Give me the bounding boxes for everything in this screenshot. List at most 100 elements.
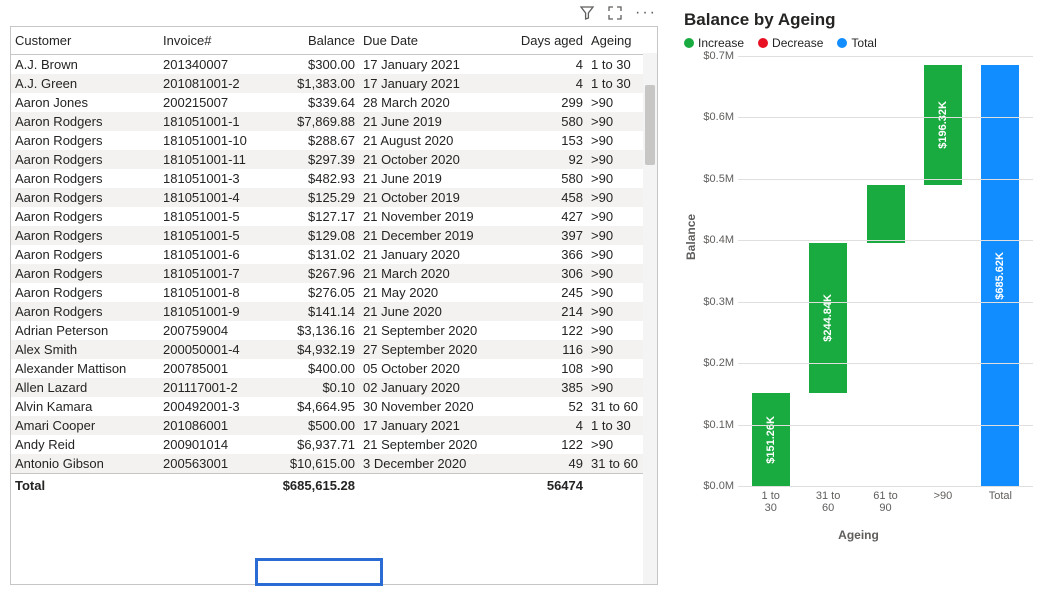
table-cell: 181051001-4: [159, 188, 265, 207]
table-row[interactable]: Amari Cooper201086001$500.0017 January 2…: [11, 416, 657, 435]
bar-column[interactable]: [857, 56, 914, 486]
table-cell: Aaron Jones: [11, 93, 159, 112]
table-row[interactable]: Allen Lazard201117001-2$0.1002 January 2…: [11, 378, 657, 397]
filter-icon[interactable]: [579, 5, 595, 25]
invoice-table-visual[interactable]: ··· Customer Invoice# Balance Due Date D…: [10, 26, 658, 585]
table-cell: 21 June 2019: [359, 169, 507, 188]
table-cell: A.J. Green: [11, 74, 159, 93]
table-cell: 181051001-3: [159, 169, 265, 188]
legend-increase-label: Increase: [698, 36, 744, 50]
table-cell: 02 January 2020: [359, 378, 507, 397]
table-cell: $6,937.71: [265, 435, 359, 454]
table-cell: 201117001-2: [159, 378, 265, 397]
table-row[interactable]: Aaron Rodgers181051001-3$482.9321 June 2…: [11, 169, 657, 188]
col-ageing[interactable]: Ageing: [587, 27, 657, 55]
table-row[interactable]: Aaron Rodgers181051001-5$129.0821 Decemb…: [11, 226, 657, 245]
y-tick: $0.2M: [694, 357, 734, 369]
table-row[interactable]: Antonio Gibson200563001$10,615.003 Decem…: [11, 454, 657, 474]
table-cell: 181051001-8: [159, 283, 265, 302]
legend-total[interactable]: Total: [837, 36, 876, 50]
table-row[interactable]: Andy Reid200901014$6,937.7121 September …: [11, 435, 657, 454]
y-tick: $0.5M: [694, 173, 734, 185]
table-cell: $339.64: [265, 93, 359, 112]
increase-bar[interactable]: $151.26K: [752, 393, 790, 486]
table-row[interactable]: A.J. Brown201340007$300.0017 January 202…: [11, 55, 657, 75]
focus-mode-icon[interactable]: [607, 5, 623, 25]
table-cell: $500.00: [265, 416, 359, 435]
table-cell: 21 September 2020: [359, 435, 507, 454]
legend-decrease-label: Decrease: [772, 36, 823, 50]
table-cell: $1,383.00: [265, 74, 359, 93]
bar-column[interactable]: $151.26K: [742, 56, 799, 486]
table-cell: $7,869.88: [265, 112, 359, 131]
table-row[interactable]: A.J. Green201081001-2$1,383.0017 January…: [11, 74, 657, 93]
table-cell: Aaron Rodgers: [11, 264, 159, 283]
table-row[interactable]: Aaron Rodgers181051001-7$267.9621 March …: [11, 264, 657, 283]
table-cell: $4,932.19: [265, 340, 359, 359]
bar-column[interactable]: $244.84K: [799, 56, 856, 486]
increase-bar[interactable]: $244.84K: [809, 243, 847, 393]
table-row[interactable]: Alexander Mattison200785001$400.0005 Oct…: [11, 359, 657, 378]
bar-column[interactable]: $196.32K: [914, 56, 971, 486]
table-cell: 4: [507, 55, 587, 75]
table-cell: 21 September 2020: [359, 321, 507, 340]
table-cell: 21 March 2020: [359, 264, 507, 283]
table-row[interactable]: Aaron Rodgers181051001-11$297.3921 Octob…: [11, 150, 657, 169]
table-row[interactable]: Aaron Rodgers181051001-10$288.6721 Augus…: [11, 131, 657, 150]
table-cell: Alex Smith: [11, 340, 159, 359]
table-row[interactable]: Aaron Jones200215007$339.6428 March 2020…: [11, 93, 657, 112]
balance-by-ageing-chart[interactable]: Balance by Ageing Increase Decrease Tota…: [684, 10, 1033, 585]
col-balance[interactable]: Balance: [265, 27, 359, 55]
table-cell: 21 June 2019: [359, 112, 507, 131]
table-cell: 427: [507, 207, 587, 226]
table-cell: 181051001-5: [159, 207, 265, 226]
table-cell: 181051001-5: [159, 226, 265, 245]
visual-toolbar: ···: [579, 5, 657, 25]
increase-bar[interactable]: $196.32K: [924, 65, 962, 186]
scroll-thumb[interactable]: [645, 85, 655, 165]
table-scrollbar[interactable]: [643, 53, 657, 584]
table-cell: 21 June 2020: [359, 302, 507, 321]
table-cell: 201086001: [159, 416, 265, 435]
more-options-icon[interactable]: ···: [635, 5, 657, 25]
y-tick: $0.6M: [694, 111, 734, 123]
table-row[interactable]: Aaron Rodgers181051001-8$276.0521 May 20…: [11, 283, 657, 302]
gridline: [738, 240, 1033, 241]
table-cell: $129.08: [265, 226, 359, 245]
total-bar[interactable]: $685.62K: [981, 65, 1019, 486]
x-tick: 1 to30: [742, 490, 799, 514]
table-row[interactable]: Aaron Rodgers181051001-4$125.2921 Octobe…: [11, 188, 657, 207]
table-cell: 21 October 2020: [359, 150, 507, 169]
legend-increase[interactable]: Increase: [684, 36, 744, 50]
table-row[interactable]: Aaron Rodgers181051001-9$141.1421 June 2…: [11, 302, 657, 321]
gridline: [738, 302, 1033, 303]
col-duedate[interactable]: Due Date: [359, 27, 507, 55]
table-cell: $3,136.16: [265, 321, 359, 340]
table-cell: Alvin Kamara: [11, 397, 159, 416]
col-invoice[interactable]: Invoice#: [159, 27, 265, 55]
bar-column[interactable]: $685.62K: [972, 56, 1029, 486]
increase-bar[interactable]: [867, 185, 905, 242]
table-cell: 200901014: [159, 435, 265, 454]
bar-value-label: $151.26K: [765, 416, 777, 464]
table-cell: 21 December 2019: [359, 226, 507, 245]
invoice-table[interactable]: Customer Invoice# Balance Due Date Days …: [11, 27, 657, 495]
table-row[interactable]: Adrian Peterson200759004$3,136.1621 Sept…: [11, 321, 657, 340]
legend-decrease[interactable]: Decrease: [758, 36, 823, 50]
total-label: Total: [11, 474, 159, 496]
table-row[interactable]: Aaron Rodgers181051001-5$127.1721 Novemb…: [11, 207, 657, 226]
y-tick: $0.3M: [694, 296, 734, 308]
table-cell: 366: [507, 245, 587, 264]
table-row[interactable]: Alvin Kamara200492001-3$4,664.9530 Novem…: [11, 397, 657, 416]
table-cell: 05 October 2020: [359, 359, 507, 378]
col-daysaged[interactable]: Days aged: [507, 27, 587, 55]
table-cell: Aaron Rodgers: [11, 112, 159, 131]
table-cell: 200050001-4: [159, 340, 265, 359]
table-row[interactable]: Aaron Rodgers181051001-6$131.0221 Januar…: [11, 245, 657, 264]
table-row[interactable]: Aaron Rodgers181051001-1$7,869.8821 June…: [11, 112, 657, 131]
table-cell: 4: [507, 74, 587, 93]
increase-swatch-icon: [684, 38, 694, 48]
y-tick: $0.4M: [694, 234, 734, 246]
col-customer[interactable]: Customer: [11, 27, 159, 55]
table-row[interactable]: Alex Smith200050001-4$4,932.1927 Septemb…: [11, 340, 657, 359]
